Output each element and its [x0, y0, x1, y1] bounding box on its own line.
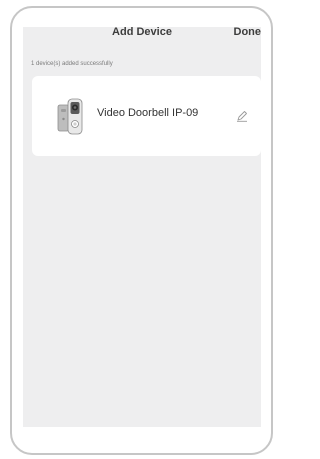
device-card[interactable]: Video Doorbell IP-09 [32, 76, 261, 156]
device-name: Video Doorbell IP-09 [97, 107, 199, 119]
status-message: 1 device(s) added successfully [31, 61, 113, 67]
page-title: Add Device [112, 26, 172, 38]
done-button[interactable]: Done [234, 26, 262, 38]
pencil-icon[interactable] [236, 110, 248, 122]
video-doorbell-icon [57, 98, 83, 135]
nav-bar: Add Device Done [23, 24, 261, 42]
